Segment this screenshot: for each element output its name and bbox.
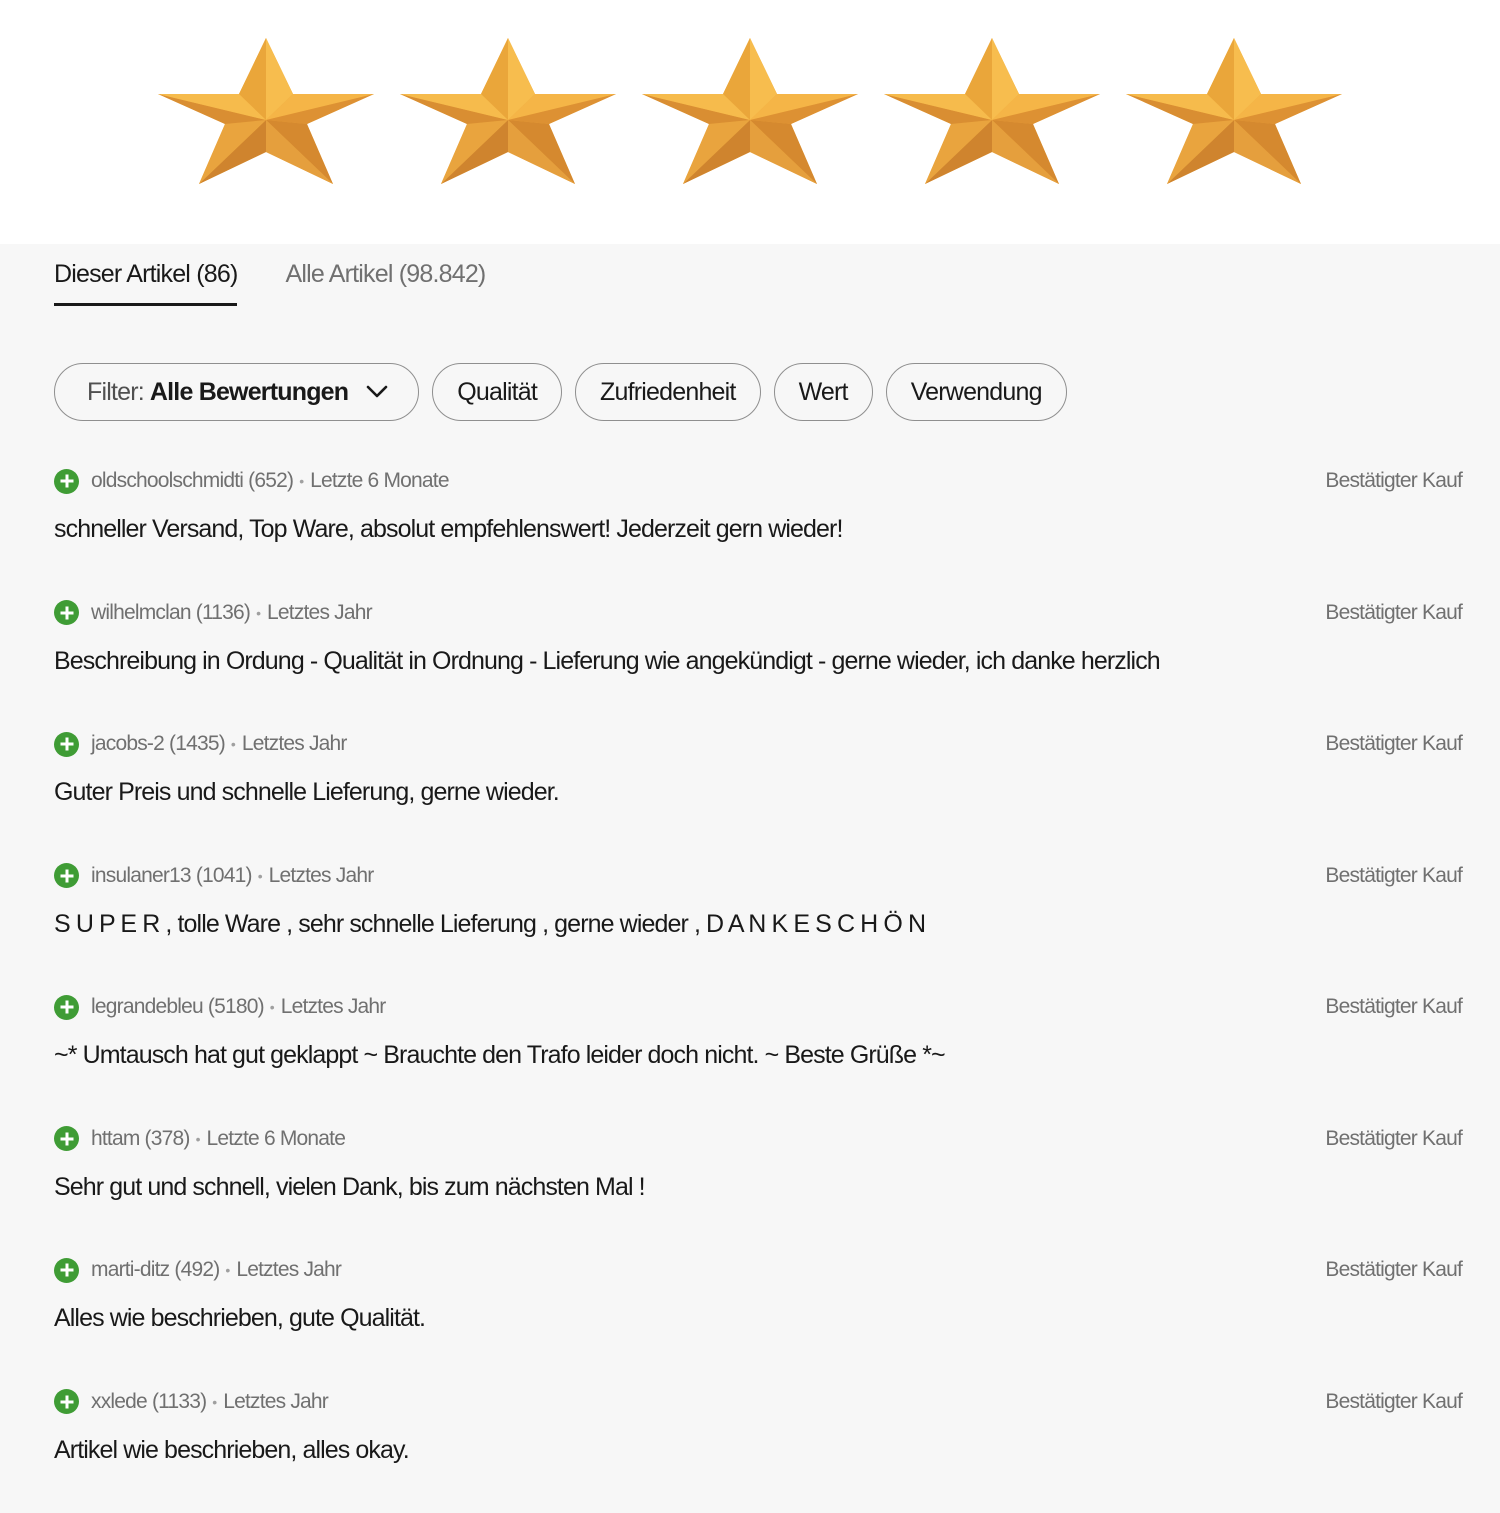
- reviewer-name[interactable]: httam (378): [91, 1127, 190, 1151]
- review-text: Alles wie beschrieben, gute Qualität.: [54, 1304, 1462, 1333]
- verified-purchase-badge: Bestätigter Kauf: [1325, 995, 1462, 1019]
- tab-this-item[interactable]: Dieser Artikel (86): [54, 260, 237, 306]
- review-period: Letzte 6 Monate: [207, 1127, 346, 1151]
- review-header: insulaner13 (1041) • Letztes Jahr: [54, 856, 1462, 896]
- review-item: jacobs-2 (1435) • Letztes Jahr Bestätigt…: [54, 724, 1462, 856]
- star-icon: [399, 36, 617, 188]
- separator-dot: •: [225, 1262, 230, 1278]
- filter-chip-value[interactable]: Wert: [774, 363, 873, 421]
- separator-dot: •: [258, 868, 263, 884]
- review-header: legrandebleu (5180) • Letztes Jahr: [54, 987, 1462, 1027]
- review-item: marti-ditz (492) • Letztes Jahr Bestätig…: [54, 1250, 1462, 1382]
- review-period: Letztes Jahr: [281, 995, 386, 1019]
- review-period: Letztes Jahr: [269, 864, 374, 888]
- verified-purchase-badge: Bestätigter Kauf: [1325, 469, 1462, 493]
- verified-purchase-badge: Bestätigter Kauf: [1325, 601, 1462, 625]
- review-period: Letztes Jahr: [267, 601, 372, 625]
- separator-dot: •: [299, 473, 304, 489]
- tab-all-items[interactable]: Alle Artikel (98.842): [285, 260, 485, 303]
- star-icon: [641, 36, 859, 188]
- review-text: Sehr gut und schnell, vielen Dank, bis z…: [54, 1173, 1462, 1202]
- review-list: oldschoolschmidti (652) • Letzte 6 Monat…: [54, 461, 1462, 1513]
- review-item: oldschoolschmidti (652) • Letzte 6 Monat…: [54, 461, 1462, 593]
- filter-value: Alle Bewertungen: [150, 378, 348, 407]
- review-period: Letztes Jahr: [223, 1390, 328, 1414]
- positive-feedback-icon: [54, 1126, 79, 1151]
- filter-chip-quality[interactable]: Qualität: [432, 363, 562, 421]
- star-icon: [1125, 36, 1343, 188]
- filter-chip-usage[interactable]: Verwendung: [886, 363, 1067, 421]
- filter-prefix: Filter:: [87, 378, 144, 407]
- review-item: insulaner13 (1041) • Letztes Jahr Bestät…: [54, 856, 1462, 988]
- review-header: wilhelmclan (1136) • Letztes Jahr: [54, 593, 1462, 633]
- verified-purchase-badge: Bestätigter Kauf: [1325, 1258, 1462, 1282]
- reviewer-name[interactable]: oldschoolschmidti (652): [91, 469, 293, 493]
- separator-dot: •: [270, 999, 275, 1015]
- positive-feedback-icon: [54, 863, 79, 888]
- review-item: wilhelmclan (1136) • Letztes Jahr Bestät…: [54, 593, 1462, 725]
- reviewer-name[interactable]: jacobs-2 (1435): [91, 732, 225, 756]
- review-header: xxlede (1133) • Letztes Jahr: [54, 1382, 1462, 1422]
- filter-bar: Filter: Alle Bewertungen Qualität Zufrie…: [54, 363, 1462, 421]
- positive-feedback-icon: [54, 732, 79, 757]
- positive-feedback-icon: [54, 995, 79, 1020]
- review-period: Letztes Jahr: [236, 1258, 341, 1282]
- review-text: Artikel wie beschrieben, alles okay.: [54, 1436, 1462, 1465]
- tab-bar: Dieser Artikel (86) Alle Artikel (98.842…: [54, 244, 1462, 307]
- review-period: Letzte 6 Monate: [310, 469, 449, 493]
- reviewer-name[interactable]: wilhelmclan (1136): [91, 601, 250, 625]
- review-header: httam (378) • Letzte 6 Monate: [54, 1119, 1462, 1159]
- verified-purchase-badge: Bestätigter Kauf: [1325, 864, 1462, 888]
- reviewer-name[interactable]: xxlede (1133): [91, 1390, 206, 1414]
- filter-chip-satisfaction[interactable]: Zufriedenheit: [575, 363, 761, 421]
- filter-dropdown[interactable]: Filter: Alle Bewertungen: [54, 363, 419, 421]
- chevron-down-icon: [366, 385, 388, 399]
- star-icon: [157, 36, 375, 188]
- review-item: xxlede (1133) • Letztes Jahr Bestätigter…: [54, 1382, 1462, 1513]
- review-text: S U P E R , tolle Ware , sehr schnelle L…: [54, 910, 1462, 939]
- star-rating: [0, 0, 1500, 244]
- review-period: Letztes Jahr: [242, 732, 347, 756]
- review-header: marti-ditz (492) • Letztes Jahr: [54, 1250, 1462, 1290]
- separator-dot: •: [212, 1394, 217, 1410]
- reviewer-name[interactable]: legrandebleu (5180): [91, 995, 264, 1019]
- reviews-section: Dieser Artikel (86) Alle Artikel (98.842…: [0, 244, 1500, 1513]
- review-header: jacobs-2 (1435) • Letztes Jahr: [54, 724, 1462, 764]
- separator-dot: •: [256, 605, 261, 621]
- reviewer-name[interactable]: marti-ditz (492): [91, 1258, 219, 1282]
- review-text: ~* Umtausch hat gut geklappt ~ Brauchte …: [54, 1041, 1462, 1070]
- star-icon: [883, 36, 1101, 188]
- verified-purchase-badge: Bestätigter Kauf: [1325, 732, 1462, 756]
- verified-purchase-badge: Bestätigter Kauf: [1325, 1390, 1462, 1414]
- separator-dot: •: [196, 1131, 201, 1147]
- verified-purchase-badge: Bestätigter Kauf: [1325, 1127, 1462, 1151]
- review-text: Beschreibung in Ordung - Qualität in Ord…: [54, 647, 1462, 676]
- review-text: Guter Preis und schnelle Lieferung, gern…: [54, 778, 1462, 807]
- review-header: oldschoolschmidti (652) • Letzte 6 Monat…: [54, 461, 1462, 501]
- reviewer-name[interactable]: insulaner13 (1041): [91, 864, 252, 888]
- positive-feedback-icon: [54, 1389, 79, 1414]
- positive-feedback-icon: [54, 1258, 79, 1283]
- positive-feedback-icon: [54, 469, 79, 494]
- separator-dot: •: [231, 736, 236, 752]
- positive-feedback-icon: [54, 600, 79, 625]
- review-text: schneller Versand, Top Ware, absolut emp…: [54, 515, 1462, 544]
- review-item: legrandebleu (5180) • Letztes Jahr Bestä…: [54, 987, 1462, 1119]
- review-item: httam (378) • Letzte 6 Monate Bestätigte…: [54, 1119, 1462, 1251]
